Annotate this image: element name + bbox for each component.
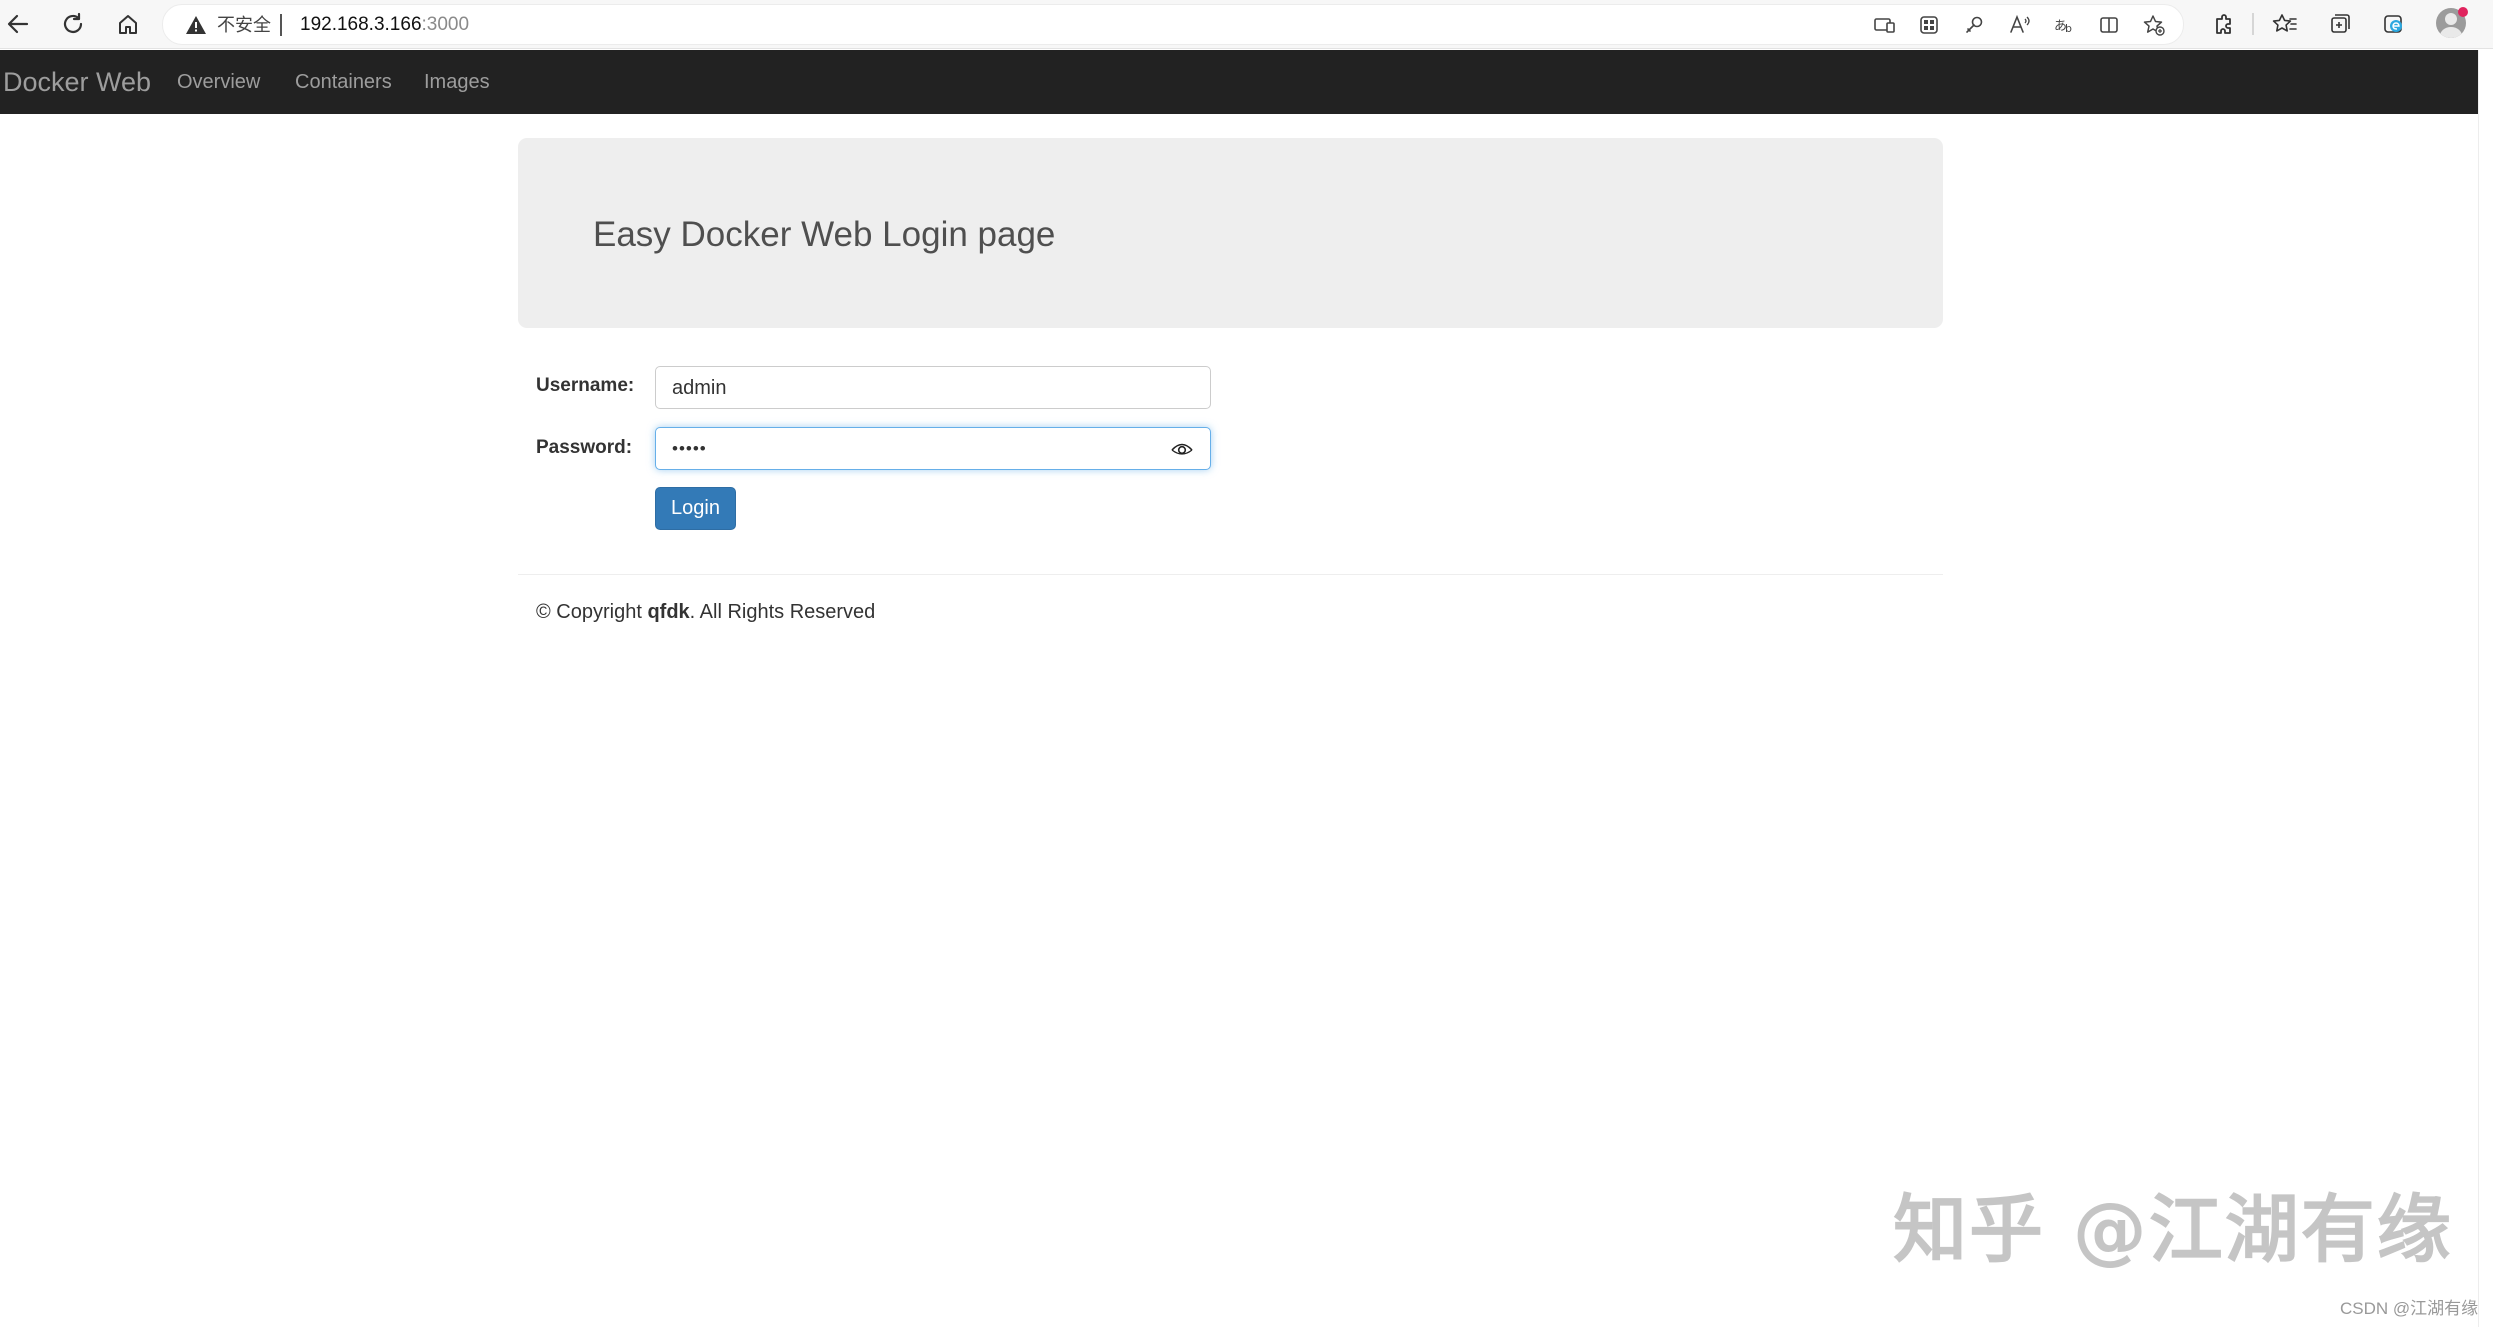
favorites-icon[interactable] [2266, 5, 2304, 43]
key-icon[interactable] [1958, 9, 1990, 41]
collections-icon[interactable] [2320, 5, 2358, 43]
password-value: ••••• [672, 436, 707, 462]
extensions-icon[interactable] [2204, 5, 2242, 43]
home-icon[interactable] [109, 5, 147, 43]
notification-dot [2458, 7, 2468, 17]
password-label: Password: [536, 436, 632, 460]
password-field[interactable]: ••••• [655, 427, 1211, 470]
nav-link-overview[interactable]: Overview [177, 70, 260, 94]
url-text[interactable]: 192.168.3.166:3000 [300, 13, 469, 37]
divider [518, 574, 1943, 575]
eye-icon[interactable] [1171, 439, 1193, 459]
favorite-add-icon[interactable] [2138, 9, 2170, 41]
footer-prefix: © Copyright [536, 601, 647, 623]
app-available-icon[interactable] [1868, 9, 1900, 41]
username-field[interactable]: admin [655, 366, 1211, 409]
edge-icon[interactable] [2374, 5, 2412, 43]
footer-suffix: . All Rights Reserved [690, 601, 876, 623]
page-title: Easy Docker Web Login page [593, 215, 1055, 255]
footer-owner: qfdk [647, 601, 689, 623]
qr-code-icon[interactable] [1913, 9, 1945, 41]
warning-icon[interactable] [185, 15, 207, 35]
reload-icon[interactable] [54, 5, 92, 43]
address-separator [280, 14, 282, 36]
username-value: admin [672, 376, 726, 400]
nav-link-images[interactable]: Images [424, 70, 490, 94]
jumbotron: Easy Docker Web Login page [518, 138, 1943, 328]
url-host: 192.168.3.166 [300, 14, 422, 35]
login-button[interactable]: Login [655, 487, 736, 530]
svg-text:b: b [2065, 22, 2072, 35]
navbar: Docker Web Overview Containers Images [0, 50, 2478, 114]
translate-icon[interactable]: あb [2048, 9, 2080, 41]
back-arrow-icon[interactable] [0, 5, 38, 43]
navbar-brand[interactable]: Docker Web [3, 67, 151, 97]
url-port: :3000 [422, 14, 470, 35]
username-label: Username: [536, 374, 634, 398]
scrollbar[interactable] [2478, 50, 2493, 1327]
zhihu-watermark: 知乎 @江湖有缘 [1893, 1190, 2453, 1270]
nav-link-containers[interactable]: Containers [295, 70, 392, 94]
insecure-label[interactable]: 不安全 [217, 13, 271, 37]
footer-copyright: © Copyright qfdk. All Rights Reserved [536, 600, 875, 624]
read-aloud-icon[interactable] [2003, 9, 2035, 41]
split-screen-icon[interactable] [2093, 9, 2125, 41]
csdn-watermark: CSDN @江湖有缘 [2340, 1299, 2478, 1319]
toolbar-divider [2252, 13, 2254, 35]
address-bar[interactable]: 不安全 192.168.3.166:3000 あb [162, 4, 2184, 45]
browser-toolbar: 不安全 192.168.3.166:3000 あb [0, 0, 2493, 49]
